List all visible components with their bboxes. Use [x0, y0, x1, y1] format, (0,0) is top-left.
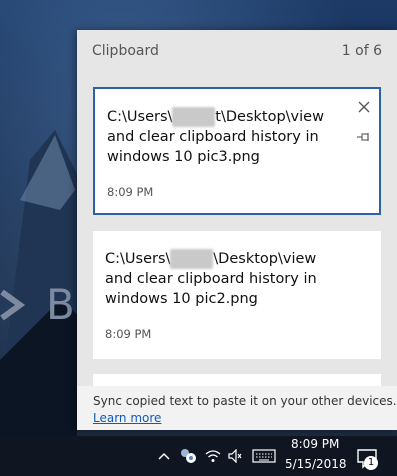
wifi-icon[interactable]	[205, 449, 221, 463]
clipboard-header: Clipboard 1 of 6	[77, 30, 397, 72]
chevron-up-icon[interactable]	[158, 451, 170, 461]
keyboard-icon[interactable]	[252, 449, 276, 463]
clipboard-item-text: C:\Users\xxxxx\Desktop\view and clear cl…	[105, 249, 317, 307]
brand-chevron-icon	[0, 289, 26, 321]
clipboard-title: Clipboard	[92, 43, 159, 59]
clipboard-item-time: 8:09 PM	[107, 185, 154, 199]
close-icon[interactable]	[358, 101, 370, 113]
pin-icon[interactable]	[357, 132, 371, 142]
sync-message: Sync copied text to paste it on your oth…	[93, 394, 397, 408]
clipboard-item-text: C:\Users\xxxxxt\Desktop\view and clear c…	[107, 107, 324, 165]
taskbar-clock-date[interactable]: 5/15/2018	[285, 457, 347, 471]
clipboard-count: 1 of 6	[341, 43, 382, 59]
notification-badge: 1	[364, 456, 378, 470]
clipboard-panel: Clipboard 1 of 6 C:\Users\xxxxxt\Desktop…	[77, 30, 397, 430]
redacted-username: xxxxx	[172, 107, 216, 127]
learn-more-link[interactable]: Learn more	[93, 411, 161, 425]
taskbar-clock-time[interactable]: 8:09 PM	[291, 437, 339, 451]
volume-icon[interactable]	[228, 449, 242, 463]
brand-letter: B	[46, 280, 79, 329]
clipboard-item[interactable]: C:\Users\xxxxx\Desktop\view and clear cl…	[93, 231, 381, 359]
clipboard-item[interactable]: C:\Users\xxxxxt\Desktop\view and clear c…	[93, 87, 381, 215]
clipboard-item-time: 8:09 PM	[105, 327, 152, 341]
network-people-icon[interactable]	[178, 447, 198, 465]
redacted-username: xxxxx	[170, 249, 214, 269]
sync-footer: Sync copied text to paste it on your oth…	[77, 386, 397, 430]
